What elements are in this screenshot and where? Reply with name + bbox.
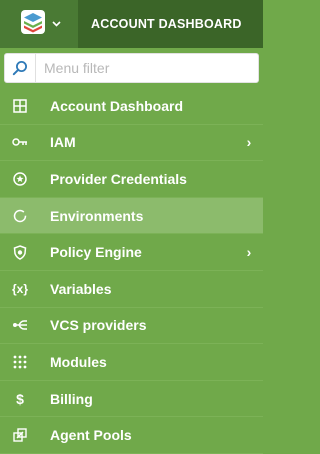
- sidebar-item-label: Provider Credentials: [50, 170, 187, 187]
- circle-icon: [0, 209, 40, 223]
- menu-filter: [4, 53, 259, 83]
- menu-filter-container: [0, 48, 263, 88]
- agent-pool-icon: [0, 428, 40, 442]
- sidebar-item-vcs-providers[interactable]: VCS providers: [0, 308, 263, 345]
- sidebar-item-policy-engine[interactable]: Policy Engine ›: [0, 234, 263, 271]
- shield-icon: [0, 244, 40, 260]
- sidebar-item-environments[interactable]: Environments: [0, 197, 263, 235]
- star-badge-icon: [0, 172, 40, 186]
- account-switcher[interactable]: [0, 0, 78, 48]
- top-bar: ACCOUNT DASHBOARD: [0, 0, 263, 48]
- sidebar-item-agent-pools[interactable]: Agent Pools: [0, 417, 263, 454]
- sidebar-item-label: Billing: [50, 390, 93, 407]
- sidebar-item-account-dashboard[interactable]: Account Dashboard: [0, 88, 263, 125]
- sidebar-item-label: Modules: [50, 353, 107, 370]
- sidebar-item-label: Environments: [50, 207, 144, 224]
- stack-logo-icon: [20, 9, 46, 40]
- sidebar-item-provider-credentials[interactable]: Provider Credentials: [0, 161, 263, 198]
- variable-braces-icon: {x}: [11, 281, 28, 296]
- sidebar-item-label: Variables: [50, 280, 112, 297]
- sidebar-item-label: Policy Engine: [50, 244, 142, 261]
- sidebar-item-label: VCS providers: [50, 317, 147, 334]
- page-title: ACCOUNT DASHBOARD: [78, 0, 263, 48]
- branch-icon: [0, 319, 40, 331]
- chevron-right-icon: ›: [246, 244, 252, 261]
- menu-filter-input[interactable]: [36, 54, 258, 82]
- dollar-icon: $: [16, 390, 24, 407]
- grid-icon: [0, 99, 40, 113]
- sidebar-item-modules[interactable]: Modules: [0, 344, 263, 381]
- sidebar-item-label: IAM: [50, 134, 76, 151]
- search-icon[interactable]: [5, 54, 36, 82]
- dots-grid-icon: [0, 355, 40, 369]
- sidebar-menu: Account Dashboard IAM › Provider Credent…: [0, 88, 263, 454]
- sidebar-item-iam[interactable]: IAM ›: [0, 125, 263, 162]
- chevron-down-icon: [51, 18, 61, 30]
- key-icon: [0, 137, 40, 147]
- sidebar-item-billing[interactable]: $ Billing: [0, 381, 263, 418]
- sidebar-item-variables[interactable]: {x} Variables: [0, 271, 263, 308]
- sidebar-item-label: Agent Pools: [50, 427, 132, 444]
- chevron-right-icon: ›: [246, 134, 252, 151]
- sidebar-item-label: Account Dashboard: [50, 97, 184, 114]
